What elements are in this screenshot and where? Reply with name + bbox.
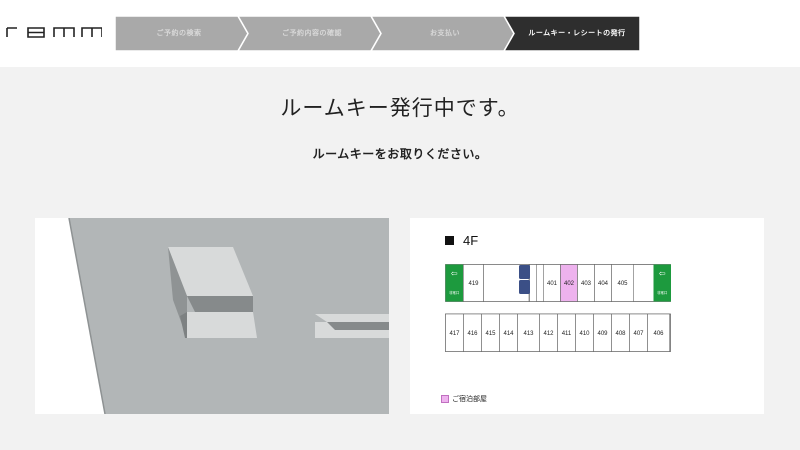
- legend-swatch: [441, 395, 449, 403]
- room-number: 404: [598, 281, 609, 287]
- floor-name: 4F: [463, 233, 479, 248]
- legend: ご宿泊部屋: [441, 394, 487, 404]
- exit-right: ⇦ 非常口: [653, 264, 671, 302]
- page-subtitle: ルームキーをお取りください。: [312, 147, 488, 161]
- card-dispenser-illustration: [35, 218, 389, 414]
- elevator-icon: [519, 280, 530, 294]
- room-number: 411: [562, 331, 572, 337]
- page-title: ルームキー発行中です。: [280, 97, 520, 120]
- step-confirm: ご予約内容の確認: [282, 30, 342, 37]
- elevator-icon: [519, 265, 530, 279]
- floor-square-icon: [445, 236, 454, 245]
- room-number: 402: [564, 281, 575, 287]
- room-number: 408: [615, 331, 626, 337]
- step-room-key-issue: ルームキー・レシートの発行: [528, 30, 626, 37]
- room-number: 410: [579, 331, 590, 337]
- exit-left-symbol: ⇦: [451, 269, 458, 278]
- room-upper-1: [529, 264, 537, 302]
- step-payment: お支払い: [430, 30, 460, 37]
- exit-left-label: 非常口: [449, 290, 460, 295]
- dispenser-graphic: [35, 218, 389, 414]
- header: remm ご予約の検索 ご予約内容の確認 お支払い ルームキー・レシートの発行: [0, 0, 800, 67]
- room-number: 416: [467, 331, 478, 337]
- legend-label: ご宿泊部屋: [452, 396, 487, 403]
- exit-right-label: 非常口: [657, 290, 668, 295]
- floor-map-card: 4F ⇦ 非常口 ⇦ 非常口 419 401 402 403 404 405 417 416 415 4…: [410, 218, 764, 414]
- room-number: 414: [503, 331, 514, 337]
- room-number: 407: [633, 331, 644, 337]
- room-number: 401: [547, 281, 558, 287]
- room-number: 415: [485, 331, 496, 337]
- room-number: 405: [617, 281, 628, 287]
- progress-steps: ご予約の検索 ご予約内容の確認 お支払い ルームキー・レシートの発行: [115, 16, 640, 51]
- floor-map: ⇦ 非常口 ⇦ 非常口 419 401 402 403 404 405 417 416 415 414 4…: [445, 264, 671, 352]
- floor-label: 4F: [445, 233, 478, 248]
- room-number: 419: [468, 281, 479, 287]
- remm-logo: remm: [6, 27, 102, 38]
- step-search: ご予約の検索: [156, 30, 202, 37]
- exit-right-symbol: ⇦: [659, 269, 666, 278]
- room-number: 409: [597, 331, 608, 337]
- room-number: 406: [653, 331, 664, 337]
- room-number: 403: [581, 281, 592, 287]
- room-number: 417: [449, 331, 460, 337]
- room-number: 413: [523, 331, 534, 337]
- exit-left: ⇦ 非常口: [445, 264, 463, 302]
- room-number: 412: [543, 331, 554, 337]
